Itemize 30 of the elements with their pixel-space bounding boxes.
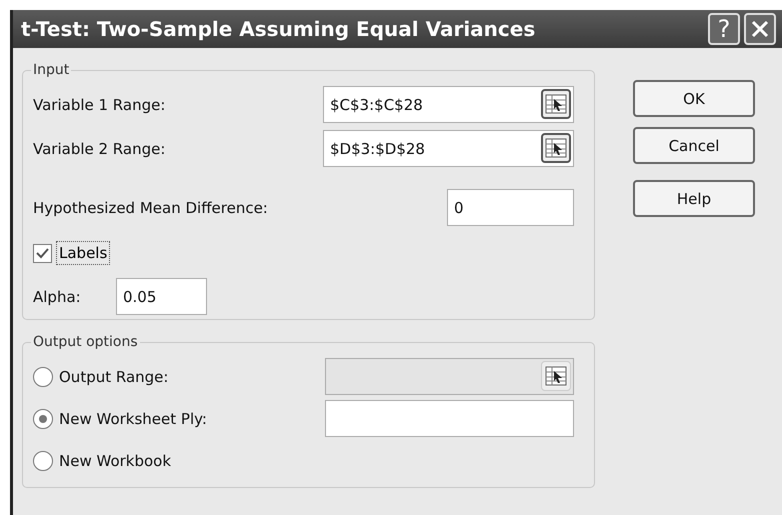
- close-icon: [750, 19, 770, 39]
- close-button[interactable]: [744, 13, 776, 45]
- range-select-icon: [545, 138, 567, 158]
- check-icon: [36, 248, 49, 258]
- window-title: t-Test: Two-Sample Assuming Equal Variances: [21, 17, 536, 41]
- option-label[interactable]: New Workbook: [59, 452, 319, 470]
- checkbox[interactable]: [33, 244, 52, 262]
- range-select-button[interactable]: [541, 89, 571, 119]
- dialog-button[interactable]: Cancel: [633, 127, 755, 164]
- radio-button[interactable]: [33, 450, 53, 470]
- range-select-button[interactable]: [541, 133, 571, 163]
- range-select-icon: [545, 94, 567, 114]
- field-label: Variable 1 Range:: [33, 96, 166, 114]
- radio-button[interactable]: [33, 408, 53, 428]
- dialog-button[interactable]: Help: [633, 180, 755, 217]
- input-field[interactable]: 0: [447, 189, 574, 226]
- range-select-icon: [545, 366, 567, 386]
- checkbox-label[interactable]: Labels: [56, 241, 110, 265]
- group-legend: Output options: [31, 334, 140, 350]
- range-field[interactable]: $D$3:$D$28: [323, 130, 574, 167]
- range-field[interactable]: $C$3:$C$28: [323, 86, 574, 123]
- option-label[interactable]: New Worksheet Ply:: [59, 410, 319, 428]
- field-label: Alpha:: [33, 288, 82, 306]
- group-legend: Input: [31, 62, 72, 78]
- help-button[interactable]: ?: [708, 13, 740, 45]
- field-label: Variable 2 Range:: [33, 140, 166, 158]
- dialog-button[interactable]: OK: [633, 80, 755, 117]
- field-label: Hypothesized Mean Difference:: [33, 198, 269, 216]
- input-field[interactable]: 0.05: [116, 278, 207, 315]
- input-field[interactable]: [325, 400, 574, 437]
